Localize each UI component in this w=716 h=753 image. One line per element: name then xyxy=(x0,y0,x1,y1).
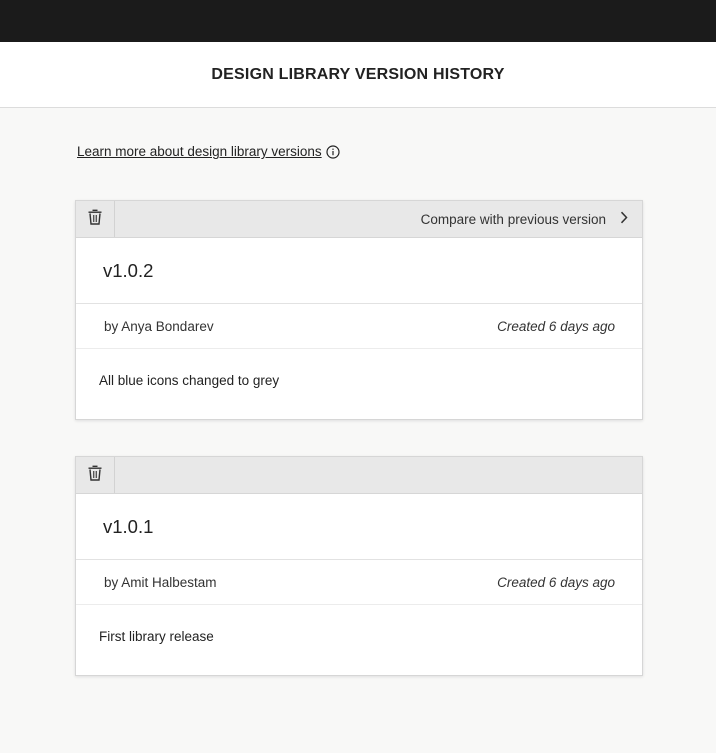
version-card: v1.0.1 by Amit Halbestam Created 6 days … xyxy=(75,456,643,676)
delete-version-button[interactable] xyxy=(76,201,115,237)
top-app-bar xyxy=(0,0,716,42)
page-title: DESIGN LIBRARY VERSION HISTORY xyxy=(211,65,505,83)
card-toolbar: Compare with previous version xyxy=(76,201,642,238)
learn-more-row: Learn more about design library versions xyxy=(77,144,340,159)
version-author: by Anya Bondarev xyxy=(104,318,214,334)
learn-more-link[interactable]: Learn more about design library versions xyxy=(77,144,322,159)
compare-label: Compare with previous version xyxy=(420,211,606,227)
card-toolbar xyxy=(76,457,642,494)
version-header: v1.0.1 xyxy=(76,494,642,560)
version-number: v1.0.1 xyxy=(103,515,154,537)
version-meta: by Anya Bondarev Created 6 days ago xyxy=(76,304,642,349)
version-header: v1.0.2 xyxy=(76,238,642,304)
version-card: Compare with previous version v1.0.2 by … xyxy=(75,200,643,420)
trash-icon xyxy=(88,209,102,230)
version-description: All blue icons changed to grey xyxy=(99,373,280,388)
version-meta: by Amit Halbestam Created 6 days ago xyxy=(76,560,642,605)
version-author: by Amit Halbestam xyxy=(104,574,217,590)
version-created: Created 6 days ago xyxy=(497,574,615,590)
trash-icon xyxy=(88,465,102,486)
info-icon[interactable] xyxy=(326,144,340,159)
delete-version-button[interactable] xyxy=(76,457,115,493)
chevron-right-icon xyxy=(620,211,628,227)
version-description: First library release xyxy=(99,629,214,644)
page-header: DESIGN LIBRARY VERSION HISTORY xyxy=(0,42,716,108)
version-number: v1.0.2 xyxy=(103,259,154,281)
compare-previous-button[interactable]: Compare with previous version xyxy=(421,201,628,237)
version-created: Created 6 days ago xyxy=(497,318,615,334)
